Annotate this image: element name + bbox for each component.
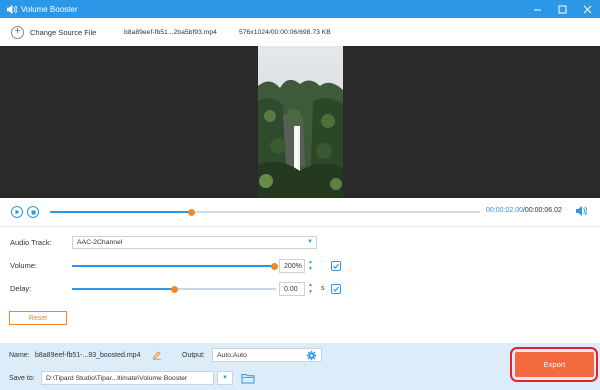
playback-bar: 00:00:02.00/00:00:06.02	[0, 198, 600, 226]
gear-icon[interactable]	[306, 350, 317, 363]
chevron-down-icon: ▼	[222, 375, 228, 381]
source-file-name: b8a89eef-fb51...2ba5bf93.mp4	[124, 28, 217, 36]
add-file-icon[interactable]: +	[11, 25, 24, 39]
save-to-label: Save to:	[9, 375, 35, 382]
name-label: Name:	[9, 352, 30, 359]
window-title: Volume Booster	[21, 4, 78, 14]
volume-label: Volume:	[10, 261, 38, 270]
title-bar: Volume Booster	[0, 0, 600, 18]
source-file-bar: + Change Source File b8a89eef-fb51...2ba…	[0, 18, 600, 46]
delay-unit: s	[321, 285, 325, 292]
reset-button[interactable]: Reset	[9, 311, 67, 325]
close-icon[interactable]	[575, 0, 600, 18]
volume-stepper[interactable]: ▲ ▼	[307, 259, 314, 273]
current-time: 00:00:02.00	[486, 207, 523, 214]
output-format-value: Auto;Auto	[217, 351, 247, 359]
delay-stepper[interactable]: ▲ ▼	[307, 282, 314, 296]
output-name-value: b8a89eef-fb51-...93_boosted.mp4	[35, 352, 141, 359]
video-preview	[0, 46, 600, 198]
chevron-down-icon[interactable]: ▼	[308, 289, 313, 296]
audio-track-select[interactable]: AAC-2Channel ▼	[72, 236, 317, 249]
volume-slider[interactable]	[72, 262, 278, 270]
delay-slider-handle[interactable]	[170, 285, 178, 293]
speaker-icon	[5, 3, 17, 15]
volume-slider-handle[interactable]	[270, 262, 278, 270]
delay-input[interactable]: 0.00	[279, 282, 305, 296]
change-source-file-button[interactable]: Change Source File	[30, 28, 96, 37]
stop-icon[interactable]	[27, 206, 39, 218]
export-button[interactable]: Export	[515, 352, 594, 377]
chevron-down-icon[interactable]: ▼	[308, 266, 313, 273]
time-display: 00:00:02.00/00:00:06.02	[486, 207, 562, 214]
minimize-icon[interactable]	[525, 0, 550, 18]
chevron-up-icon[interactable]: ▲	[308, 259, 313, 266]
edit-name-icon[interactable]	[152, 350, 162, 362]
volume-booster-window: Volume Booster + Change Source File b8a8…	[0, 0, 600, 390]
folder-icon[interactable]	[241, 372, 255, 384]
divider	[0, 226, 600, 227]
copy-settings-icon[interactable]	[331, 284, 341, 294]
delay-slider[interactable]	[72, 285, 276, 293]
volume-slider-fill	[72, 265, 274, 267]
audio-track-label: Audio Track:	[10, 238, 52, 247]
volume-input[interactable]: 200%	[279, 259, 305, 273]
play-icon[interactable]	[11, 206, 23, 218]
timeline-progress	[50, 211, 192, 213]
delay-label: Delay:	[10, 284, 32, 293]
volume-icon[interactable]	[575, 205, 588, 219]
save-path-value: D:\Tipard Studio\Tipar...ltimate\Volume …	[46, 374, 188, 382]
audio-track-value: AAC-2Channel	[77, 239, 123, 246]
output-label: Output:	[182, 352, 205, 359]
delay-slider-fill	[72, 288, 174, 290]
maximize-icon[interactable]	[550, 0, 575, 18]
total-time: /00:00:06.02	[522, 207, 562, 214]
chevron-up-icon[interactable]: ▲	[308, 282, 313, 289]
timeline-slider[interactable]	[50, 208, 480, 216]
video-frame	[258, 46, 343, 198]
timeline-handle[interactable]	[188, 208, 196, 216]
save-path-dropdown[interactable]: ▼	[217, 371, 233, 385]
copy-settings-icon[interactable]	[331, 261, 341, 271]
chevron-down-icon: ▼	[307, 239, 313, 245]
save-path-field[interactable]: D:\Tipard Studio\Tipar...ltimate\Volume …	[41, 371, 214, 385]
source-file-meta: 576x1024/00:00:06/698.73 KB	[239, 28, 331, 36]
